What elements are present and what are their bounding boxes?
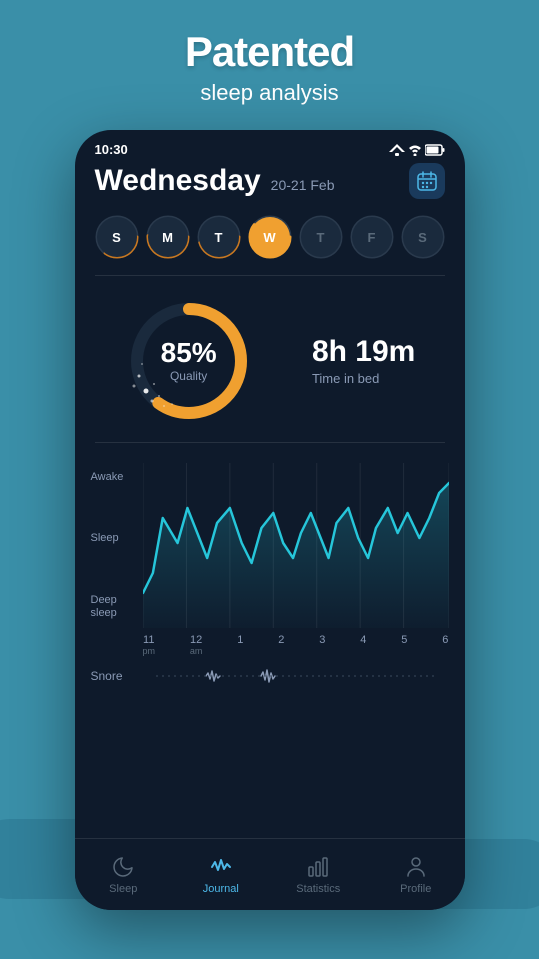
day-label-m: M: [148, 217, 188, 257]
quality-donut: 85% Quality: [124, 296, 254, 426]
nav-statistics-label: Statistics: [296, 883, 340, 895]
day-s2[interactable]: S: [401, 215, 445, 259]
time-in-bed: 8h 19m Time in bed: [312, 337, 415, 386]
nav-journal[interactable]: Journal: [172, 855, 270, 895]
quality-label: Quality: [161, 369, 217, 383]
status-bar: 10:30: [75, 130, 465, 163]
calendar-button[interactable]: [409, 163, 445, 199]
day-s1[interactable]: S: [95, 215, 139, 259]
nav-profile[interactable]: Profile: [367, 855, 465, 895]
day-t1[interactable]: T: [197, 215, 241, 259]
snore-row: Snore: [91, 666, 449, 686]
journal-wave-icon: [209, 855, 233, 879]
hero-subtitle: sleep analysis: [0, 80, 539, 106]
day-date: 20-21 Feb: [271, 177, 335, 193]
time-label-5: 5: [401, 634, 407, 656]
time-label-1: 1: [237, 634, 243, 656]
quality-center: 85% Quality: [161, 339, 217, 383]
sleep-stats: 85% Quality 8h 19m Time in bed: [95, 296, 445, 443]
day-f[interactable]: F: [350, 215, 394, 259]
sleep-line-svg: [143, 463, 449, 628]
sleep-chart: Awake Sleep Deepsleep: [91, 463, 449, 686]
snore-wave: [143, 666, 449, 686]
y-label-sleep: Sleep: [91, 532, 143, 544]
phone-frame: 10:30 Wednesday 20-21: [75, 130, 465, 910]
nav-profile-label: Profile: [400, 883, 431, 895]
snore-label: Snore: [91, 669, 143, 683]
time-label-3: 3: [319, 634, 325, 656]
y-label-awake: Awake: [91, 471, 143, 483]
battery-icon: [425, 144, 445, 156]
wifi-icon: [409, 144, 421, 156]
hero-title: Patented: [0, 28, 539, 76]
time-label-11: 11pm: [143, 634, 156, 656]
nav-journal-label: Journal: [203, 883, 239, 895]
day-label-t2: T: [301, 217, 341, 257]
day-label-t1: T: [199, 217, 239, 257]
day-label-f: F: [352, 217, 392, 257]
time-label-4: 4: [360, 634, 366, 656]
time-in-bed-label: Time in bed: [312, 371, 415, 386]
day-name: Wednesday: [95, 164, 261, 198]
nav-sleep[interactable]: Sleep: [75, 855, 173, 895]
day-label-s2: S: [403, 217, 443, 257]
time-label-12: 12am: [190, 634, 203, 656]
main-content: Wednesday 20-21 Feb: [75, 163, 465, 686]
day-label-w: W: [250, 217, 290, 257]
day-m[interactable]: M: [146, 215, 190, 259]
status-icons: [389, 144, 445, 156]
time-label-2: 2: [278, 634, 284, 656]
hero-header: Patented sleep analysis: [0, 0, 539, 106]
signal-icon: [389, 144, 405, 156]
day-selector: S M T: [95, 215, 445, 276]
day-t2[interactable]: T: [299, 215, 343, 259]
calendar-icon: [417, 171, 437, 191]
bar-chart-icon: [306, 855, 330, 879]
y-label-deep: Deepsleep: [91, 594, 143, 620]
day-header: Wednesday 20-21 Feb: [95, 163, 445, 199]
time-label-6: 6: [442, 634, 448, 656]
bottom-nav: Sleep Journal Statistics Profile: [75, 838, 465, 910]
nav-sleep-label: Sleep: [109, 883, 137, 895]
status-time: 10:30: [95, 142, 128, 157]
day-w[interactable]: W: [248, 215, 292, 259]
day-title-group: Wednesday 20-21 Feb: [95, 164, 335, 198]
nav-statistics[interactable]: Statistics: [270, 855, 368, 895]
time-in-bed-value: 8h 19m: [312, 337, 415, 367]
moon-icon: [111, 855, 135, 879]
day-label-s1: S: [97, 217, 137, 257]
person-icon: [404, 855, 428, 879]
quality-percentage: 85%: [161, 339, 217, 367]
snore-wave-svg: [143, 666, 449, 686]
